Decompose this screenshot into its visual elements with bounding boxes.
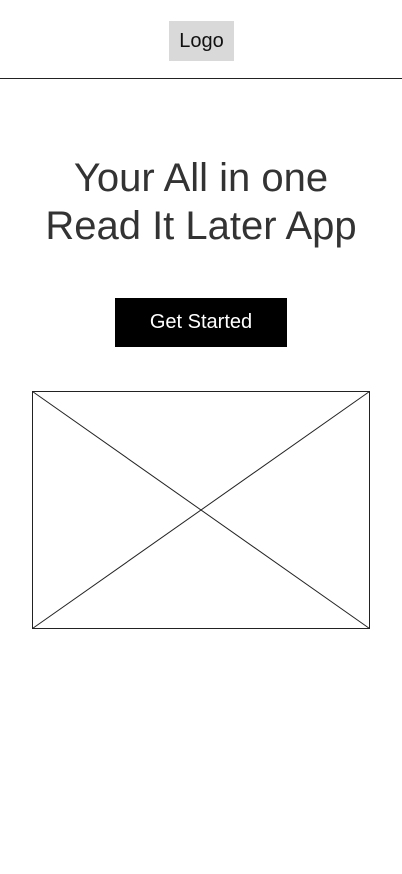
hero-title: Your All in one Read It Later App	[0, 154, 402, 250]
image-placeholder-icon	[32, 391, 370, 629]
get-started-button[interactable]: Get Started	[115, 298, 287, 347]
logo[interactable]: Logo	[169, 21, 234, 61]
hero-title-line-1: Your All in one	[73, 156, 329, 200]
image-placeholder	[32, 391, 370, 629]
hero-title-line-2: Read It Later App	[45, 204, 357, 248]
header: Logo	[0, 0, 402, 79]
